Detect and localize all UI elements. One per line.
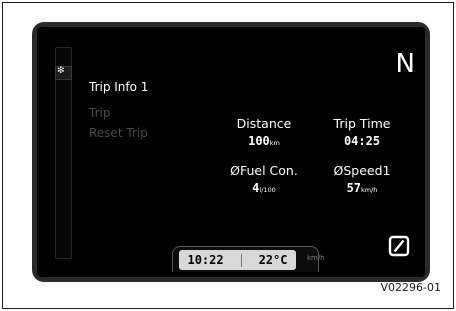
- average-speed-number: 57: [346, 181, 362, 195]
- status-bar: 10:22 22°C: [172, 246, 319, 272]
- trip-time-value: 04:25: [343, 134, 381, 148]
- menu-item-trip-info-1[interactable]: Trip Info 1: [89, 80, 148, 94]
- gear-indicator: N: [395, 49, 415, 79]
- trip-time-label: Trip Time: [333, 116, 391, 131]
- instrument-screen: ❇ Trip Info 1 Trip Reset Trip N Distance…: [37, 27, 425, 277]
- trip-computer-glyph: ❇: [57, 66, 64, 76]
- figure-code: V02296-01: [380, 281, 441, 294]
- zero-reset-icon[interactable]: [388, 235, 410, 257]
- distance-label: Distance: [236, 116, 292, 131]
- average-speed-unit: km/h: [361, 186, 378, 194]
- distance-value: 100km: [219, 134, 309, 148]
- fuel-consumption-value: 4l/100: [219, 181, 309, 195]
- menu-item-trip[interactable]: Trip: [89, 106, 110, 120]
- average-speed-value: 57km/h: [317, 181, 407, 195]
- distance-number: 100: [248, 134, 270, 148]
- fuel-consumption-unit: l/100: [259, 186, 276, 194]
- clock: 10:22: [187, 253, 224, 267]
- menu-item-reset-trip[interactable]: Reset Trip: [89, 126, 148, 140]
- trip-computer-icon: ❇: [55, 66, 72, 80]
- average-speed-label: ØSpeed1: [333, 163, 391, 178]
- status-divider: [240, 253, 242, 267]
- menu-scroll-strip[interactable]: ❇: [55, 47, 72, 259]
- outside-temperature: 22°C: [258, 253, 288, 267]
- status-readout: 10:22 22°C: [179, 250, 296, 270]
- distance-unit: km: [269, 139, 280, 147]
- figure-frame: ❇ Trip Info 1 Trip Reset Trip N Distance…: [2, 2, 454, 309]
- speed-unit-label: km/h: [307, 254, 325, 262]
- fuel-consumption-label: ØFuel Con.: [230, 163, 298, 178]
